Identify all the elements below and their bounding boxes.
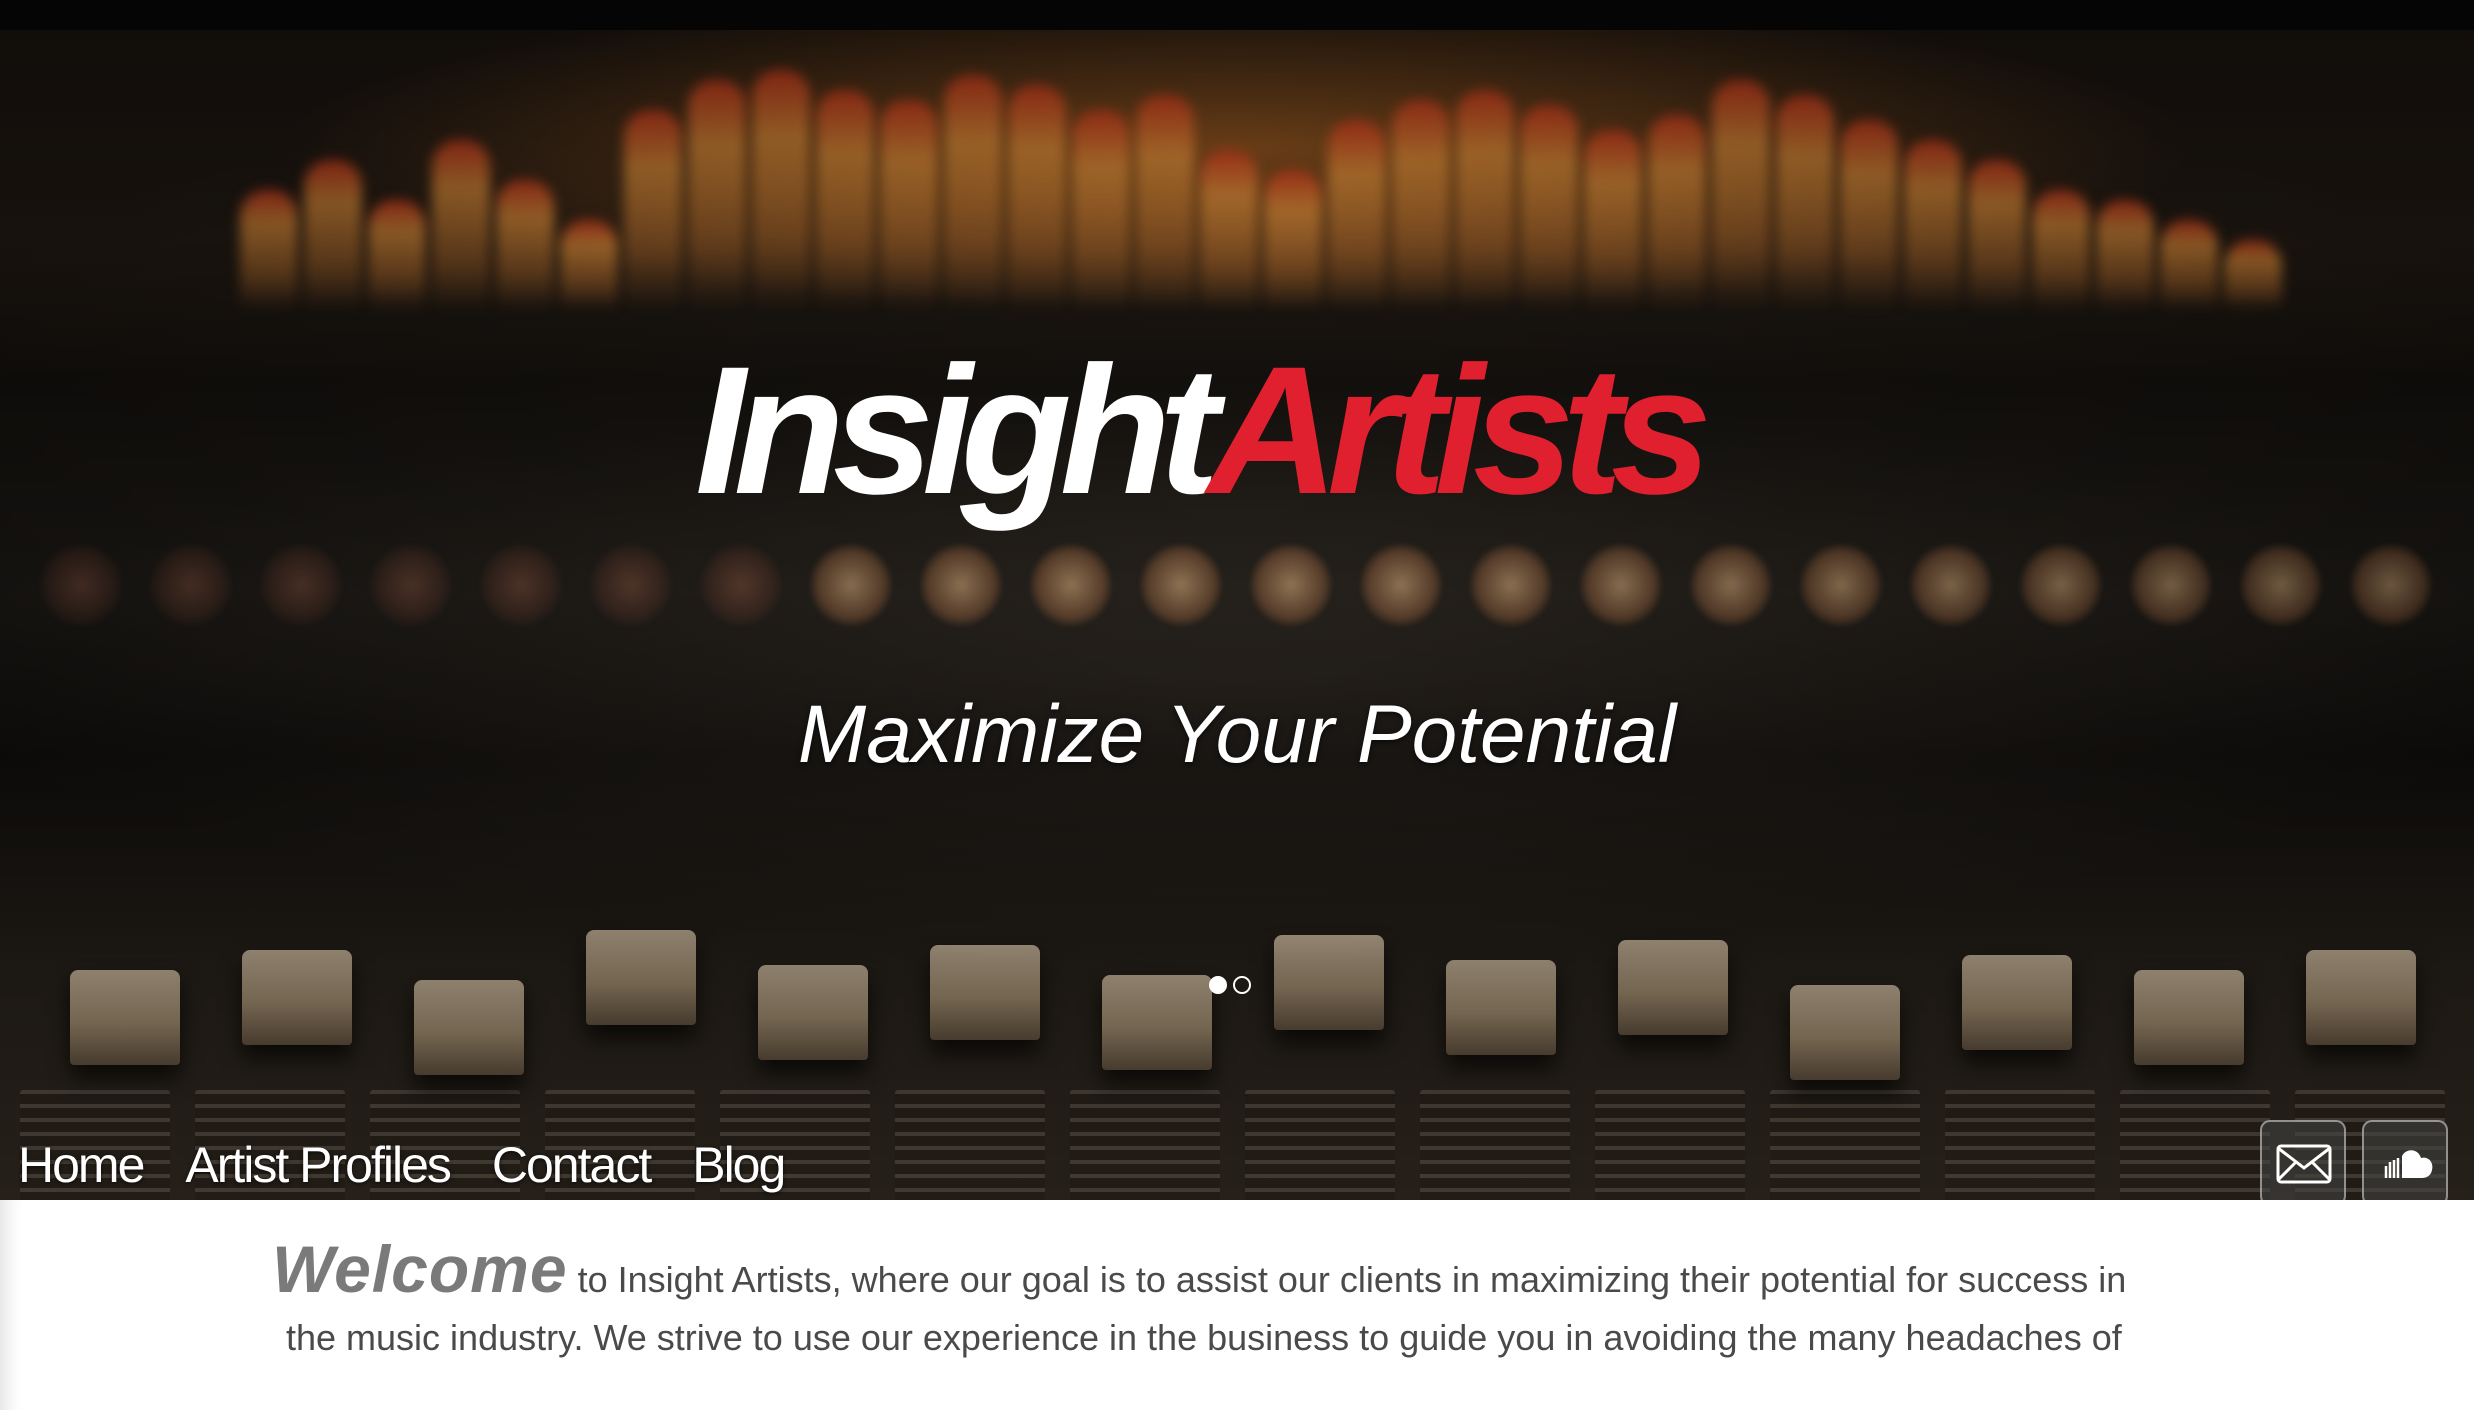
hero-banner: InsightArtists Maximize Your Potential H… — [0, 30, 2474, 1200]
top-bar — [0, 0, 2474, 30]
main-nav: Home Artist Profiles Contact Blog — [18, 1130, 826, 1200]
site-logo[interactable]: InsightArtists — [695, 330, 1795, 530]
nav-contact[interactable]: Contact — [492, 1130, 652, 1200]
welcome-line-2: the music industry. We strive to use our… — [286, 1317, 2122, 1358]
mail-button[interactable] — [2260, 1120, 2346, 1200]
welcome-lead: Welcome — [272, 1232, 568, 1306]
hero-shade — [0, 30, 2474, 1200]
welcome-line-1: to Insight Artists, where our goal is to… — [577, 1259, 2127, 1300]
nav-artist-profiles[interactable]: Artist Profiles — [185, 1130, 452, 1200]
logo-text-insight: Insight — [695, 328, 1219, 532]
soundcloud-icon — [2384, 1150, 2433, 1178]
main-content: Welcome to Insight Artists, where our goa… — [0, 1200, 2474, 1410]
welcome-paragraph: Welcome to Insight Artists, where our goa… — [272, 1236, 2232, 1367]
slider-dot-1[interactable] — [1209, 976, 1227, 994]
slider-pager — [1209, 976, 1257, 1000]
mail-icon — [2276, 1144, 2332, 1184]
slider-dot-2[interactable] — [1233, 976, 1251, 994]
nav-home[interactable]: Home — [18, 1130, 145, 1200]
hero-tagline: Maximize Your Potential — [797, 689, 1677, 780]
logo-text-artists: Artists — [1207, 328, 1711, 532]
soundcloud-button[interactable] — [2362, 1120, 2448, 1200]
nav-blog[interactable]: Blog — [692, 1130, 786, 1200]
